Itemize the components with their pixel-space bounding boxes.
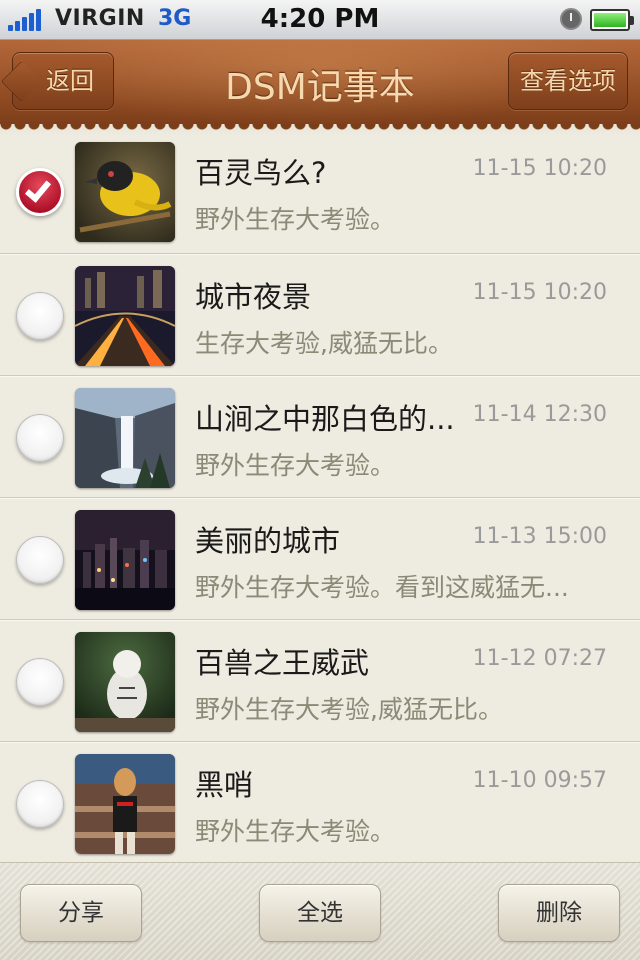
note-title: 城市夜景 xyxy=(195,280,312,314)
note-title: 山涧之中那白色的... xyxy=(195,402,455,436)
note-title: 美丽的城市 xyxy=(195,524,341,558)
list-item[interactable]: 城市夜景 11-15 10:20 生存大考验,威猛无比。 xyxy=(0,254,640,376)
checkbox-checked[interactable] xyxy=(16,168,64,216)
back-button[interactable]: 返回 xyxy=(12,52,114,110)
thumbnail-yellow-bird xyxy=(75,142,175,242)
note-title: 百兽之王威武 xyxy=(195,646,370,680)
checkbox-unchecked[interactable] xyxy=(16,414,64,462)
list-item[interactable]: 山涧之中那白色的... 11-14 12:30 野外生存大考验。 xyxy=(0,376,640,498)
checkbox-unchecked[interactable] xyxy=(16,536,64,584)
list-item[interactable]: 百灵鸟么? 11-15 10:20 野外生存大考验。 xyxy=(0,130,640,254)
note-timestamp: 11-10 09:57 xyxy=(472,768,607,793)
note-timestamp: 11-12 07:27 xyxy=(472,646,607,671)
thumbnail-white-tiger xyxy=(75,632,175,732)
note-preview: 野外生存大考验。 xyxy=(195,205,396,234)
battery-icon xyxy=(590,9,634,31)
note-list: 百灵鸟么? 11-15 10:20 野外生存大考验。 城市夜景 11-15 10… xyxy=(0,130,640,864)
bottom-toolbar: 分享 全选 删除 xyxy=(0,862,640,960)
note-title: 百灵鸟么? xyxy=(195,156,327,190)
note-preview: 野外生存大考验。看到这威猛无... xyxy=(195,573,569,602)
share-button[interactable]: 分享 xyxy=(20,884,142,942)
status-time: 4:20 PM xyxy=(260,4,380,34)
note-preview: 生存大考验,威猛无比。 xyxy=(195,329,453,358)
thumbnail-city-skyline xyxy=(75,510,175,610)
note-preview: 野外生存大考验,威猛无比。 xyxy=(195,695,503,724)
note-preview: 野外生存大考验。 xyxy=(195,451,396,480)
thumbnail-city-night-bridge xyxy=(75,266,175,366)
note-timestamp: 11-14 12:30 xyxy=(472,402,607,427)
navigation-bar: 返回 DSM记事本 查看选项 xyxy=(0,40,640,128)
list-item[interactable]: 黑哨 11-10 09:57 野外生存大考验。 xyxy=(0,742,640,864)
note-preview: 野外生存大考验。 xyxy=(195,817,396,846)
delete-button[interactable]: 删除 xyxy=(498,884,620,942)
checkbox-unchecked[interactable] xyxy=(16,780,64,828)
select-all-button[interactable]: 全选 xyxy=(259,884,381,942)
alarm-icon xyxy=(560,8,582,30)
note-title: 黑哨 xyxy=(195,768,254,802)
checkbox-unchecked[interactable] xyxy=(16,292,64,340)
status-bar: VIRGIN 3G 4:20 PM xyxy=(0,0,640,40)
view-options-button[interactable]: 查看选项 xyxy=(508,52,628,110)
note-timestamp: 11-13 15:00 xyxy=(472,524,607,549)
thumbnail-referee xyxy=(75,754,175,854)
note-timestamp: 11-15 10:20 xyxy=(472,156,607,181)
back-button-label: 返回 xyxy=(46,67,94,95)
thumbnail-waterfall xyxy=(75,388,175,488)
checkmark-icon xyxy=(24,175,52,203)
checkbox-unchecked[interactable] xyxy=(16,658,64,706)
list-item[interactable]: 百兽之王威武 11-12 07:27 野外生存大考验,威猛无比。 xyxy=(0,620,640,742)
list-item[interactable]: 美丽的城市 11-13 15:00 野外生存大考验。看到这威猛无... xyxy=(0,498,640,620)
note-timestamp: 11-15 10:20 xyxy=(472,280,607,305)
